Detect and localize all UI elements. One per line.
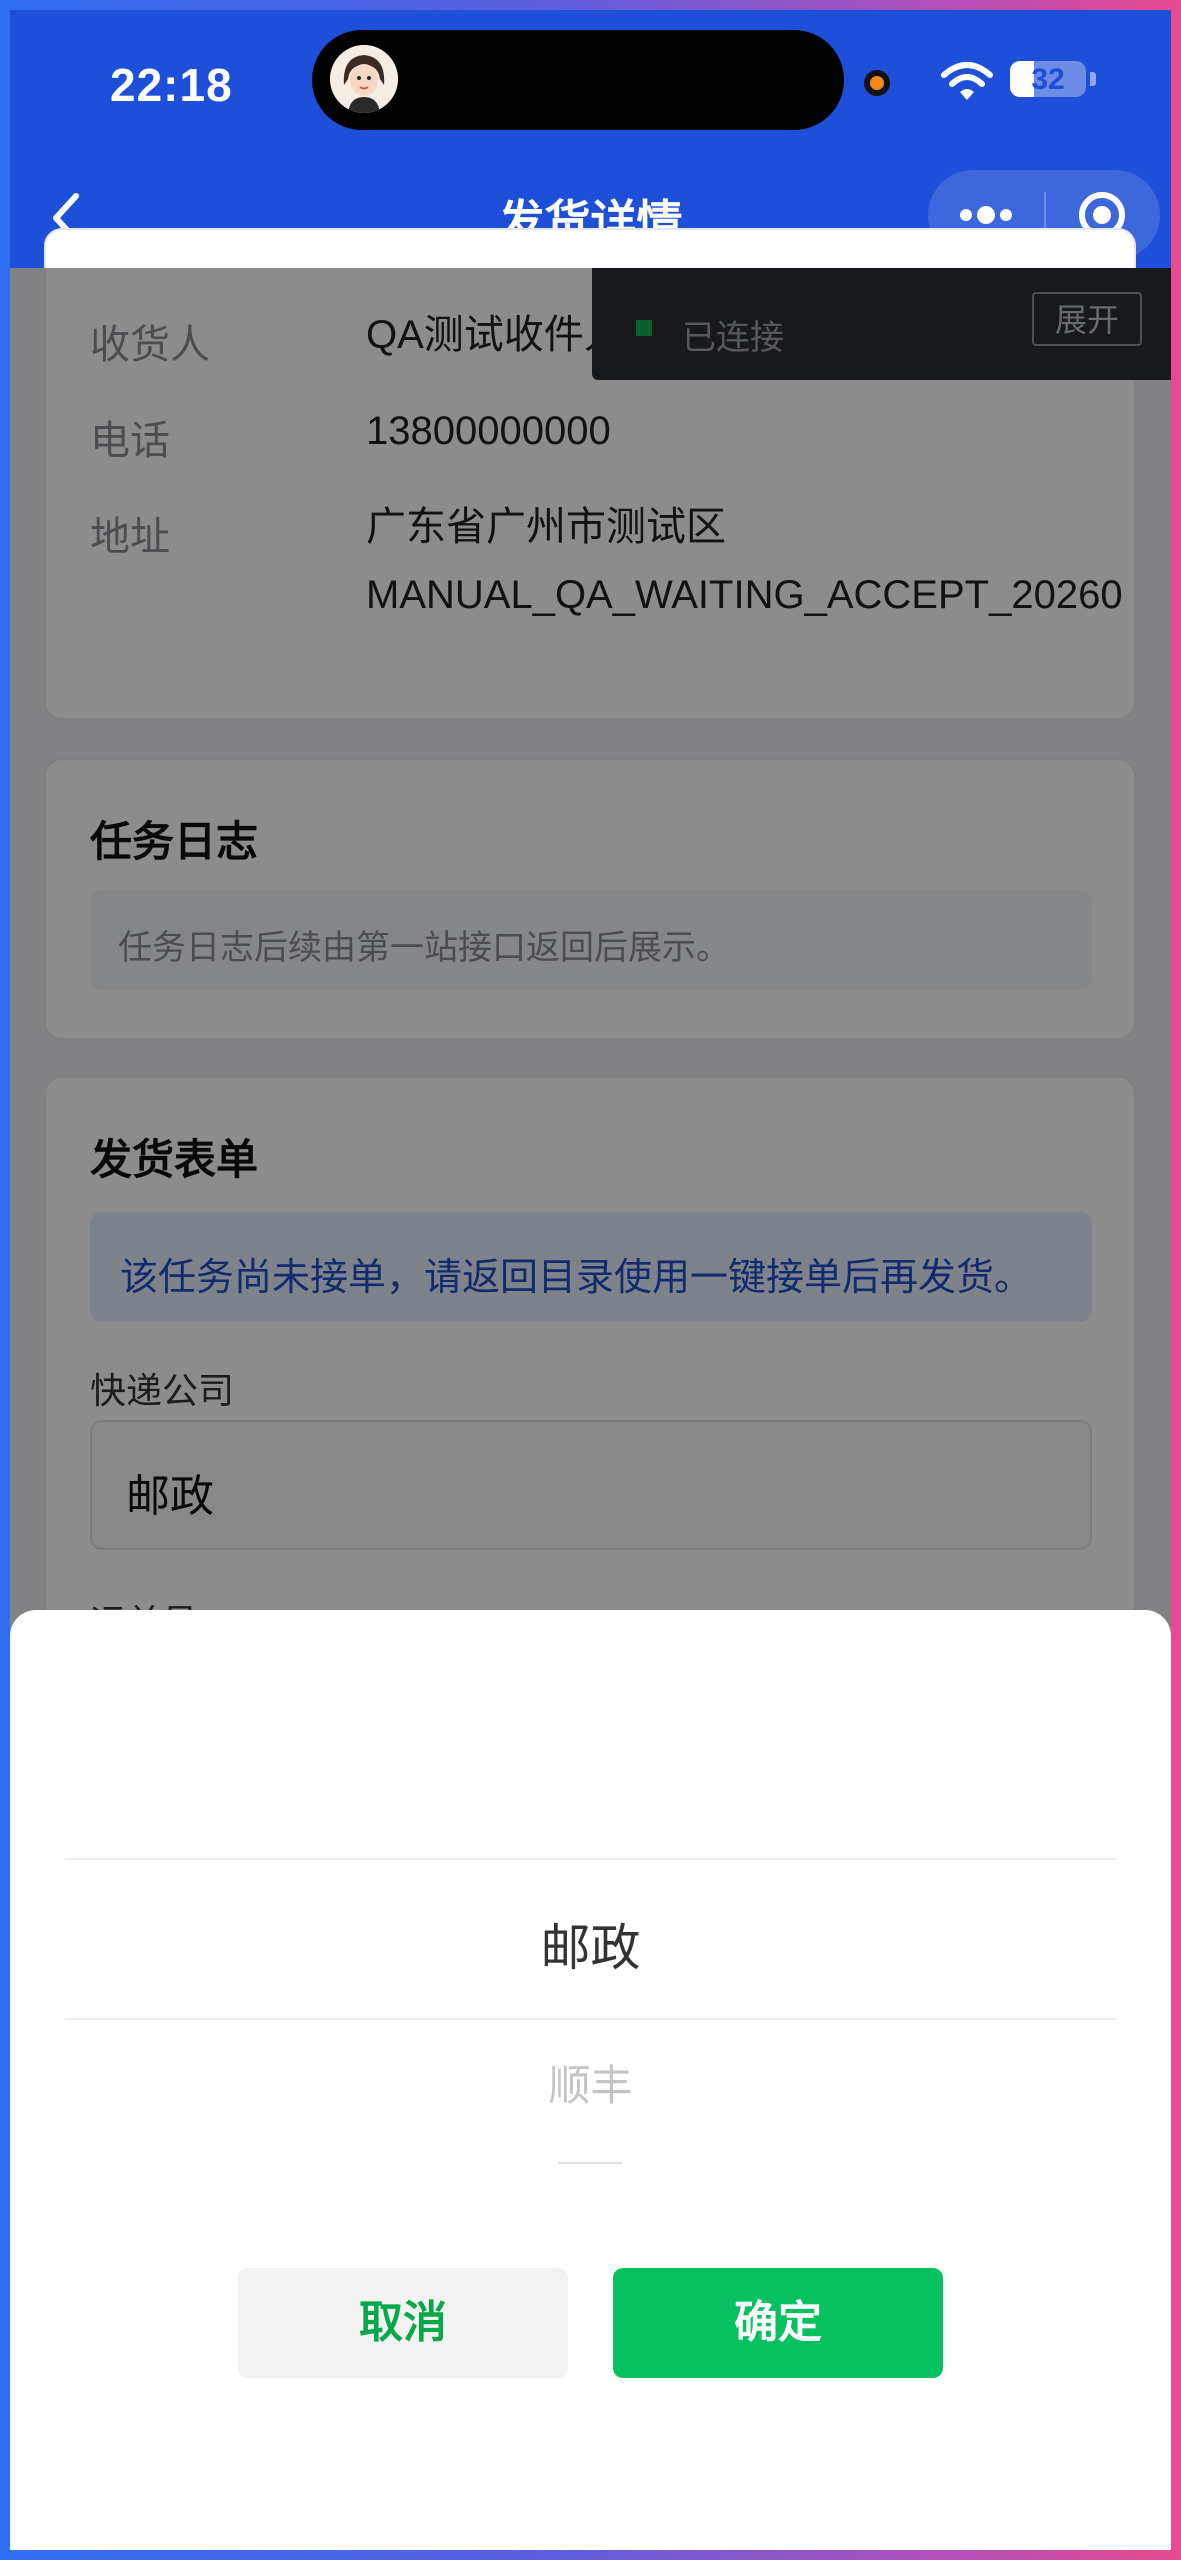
picker-option-selected[interactable]: 邮政 (10, 1908, 1171, 1980)
dynamic-island (312, 30, 844, 130)
picker-indicator-top (65, 1858, 1116, 1860)
picker-option-faded: —— (558, 2142, 623, 2166)
camera-indicator-icon (864, 70, 890, 96)
battery-tip (1090, 72, 1096, 86)
status-time: 22:18 (110, 59, 233, 111)
battery-level: 32 (1031, 63, 1065, 96)
battery-icon: 32 (1010, 61, 1086, 97)
courier-picker-sheet: 邮政 顺丰 —— 取消 确定 (10, 1610, 1171, 2550)
avatar[interactable] (330, 45, 398, 113)
wifi-icon (941, 62, 993, 100)
picker-indicator-bottom (65, 2018, 1116, 2020)
confirm-button[interactable]: 确定 (613, 2268, 943, 2378)
cancel-button[interactable]: 取消 (238, 2268, 568, 2378)
phone-screen: 22:18 32 发货详情 收货人 QA测试收件人 电话 13800000000… (10, 10, 1171, 2550)
picker-option[interactable]: 顺丰 (10, 2052, 1171, 2113)
